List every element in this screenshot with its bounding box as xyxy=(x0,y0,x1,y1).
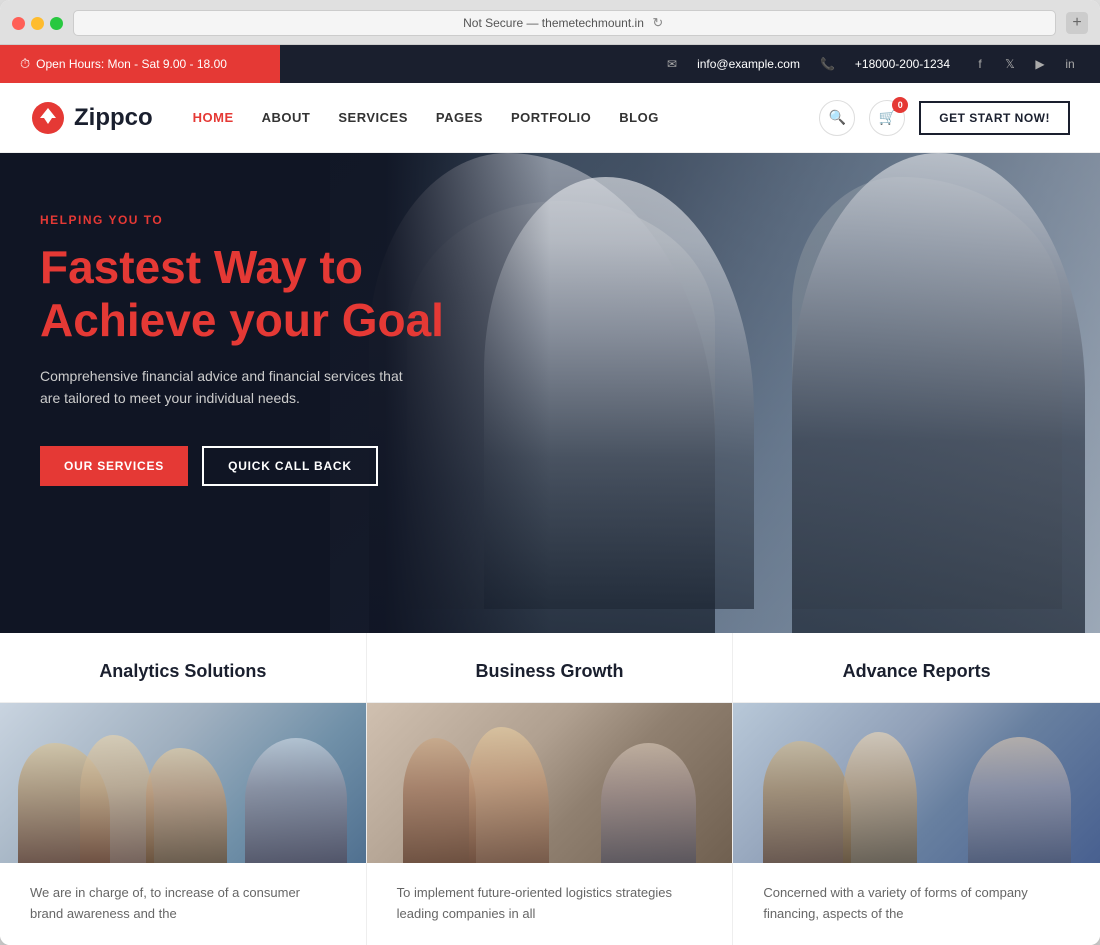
our-services-button[interactable]: OUR SERVICES xyxy=(40,446,188,486)
header: Zippco HOME ABOUT SERVICES PAGES PORTFOL… xyxy=(0,83,1100,153)
browser-chrome: Not Secure — themetechmount.in ↻ + xyxy=(0,0,1100,45)
service-card-business: Business Growth To implement future-orie… xyxy=(367,633,734,945)
service-card-reports: Advance Reports Concerned with a variety… xyxy=(733,633,1100,945)
close-button[interactable] xyxy=(12,17,25,30)
phone-icon: 📞 xyxy=(820,57,835,71)
nav-portfolio[interactable]: PORTFOLIO xyxy=(511,110,591,125)
service-card-reports-image xyxy=(733,703,1100,863)
clock-icon: ⏱ xyxy=(20,56,30,72)
facebook-icon[interactable]: f xyxy=(970,54,990,74)
phone-text[interactable]: +18000-200-1234 xyxy=(855,57,950,71)
hero-description: Comprehensive financial advice and finan… xyxy=(40,365,420,410)
browser-window: Not Secure — themetechmount.in ↻ + ⏱ Ope… xyxy=(0,0,1100,945)
refresh-icon[interactable]: ↻ xyxy=(650,15,666,31)
hero-title-highlight: Goal xyxy=(342,294,444,346)
service-card-reports-desc: Concerned with a variety of forms of com… xyxy=(763,883,1070,925)
hero-title-line2: Achieve your xyxy=(40,294,342,346)
new-tab-button[interactable]: + xyxy=(1066,12,1088,34)
top-bar-left: ⏱ Open Hours: Mon - Sat 9.00 - 18.00 xyxy=(0,45,280,83)
address-text: Not Secure — themetechmount.in xyxy=(463,16,644,30)
service-card-reports-title: Advance Reports xyxy=(763,661,1070,682)
twitter-icon[interactable]: 𝕏 xyxy=(1000,54,1020,74)
open-hours-text: Open Hours: Mon - Sat 9.00 - 18.00 xyxy=(36,57,227,71)
nav-home[interactable]: HOME xyxy=(193,110,234,125)
service-card-business-image xyxy=(367,703,733,863)
search-button[interactable]: 🔍 xyxy=(819,100,855,136)
minimize-button[interactable] xyxy=(31,17,44,30)
cart-button[interactable]: 🛒 0 xyxy=(869,100,905,136)
service-card-business-body: To implement future-oriented logistics s… xyxy=(367,863,733,945)
logo-text: Zippco xyxy=(74,104,153,132)
contact-info: ✉ info@example.com 📞 +18000-200-1234 xyxy=(667,57,950,71)
service-card-analytics-header: Analytics Solutions xyxy=(0,633,366,703)
quick-callback-button[interactable]: QUICK CALL BACK xyxy=(202,446,378,486)
get-start-button[interactable]: GET START NOW! xyxy=(919,101,1070,135)
search-icon: 🔍 xyxy=(829,109,846,126)
service-card-analytics-body: We are in charge of, to increase of a co… xyxy=(0,863,366,945)
nav-about[interactable]: ABOUT xyxy=(262,110,311,125)
address-bar[interactable]: Not Secure — themetechmount.in ↻ xyxy=(73,10,1056,36)
logo[interactable]: Zippco xyxy=(30,100,153,136)
top-bar-right: ✉ info@example.com 📞 +18000-200-1234 f 𝕏… xyxy=(280,45,1100,83)
service-card-reports-body: Concerned with a variety of forms of com… xyxy=(733,863,1100,945)
nav-blog[interactable]: BLOG xyxy=(619,110,659,125)
cart-icon: 🛒 xyxy=(879,109,896,126)
email-text[interactable]: info@example.com xyxy=(697,57,800,71)
maximize-button[interactable] xyxy=(50,17,63,30)
service-card-business-desc: To implement future-oriented logistics s… xyxy=(397,883,703,925)
service-card-analytics-image xyxy=(0,703,366,863)
hero-content: HELPING YOU TO Fastest Way to Achieve yo… xyxy=(0,153,560,546)
hero-title-line1: Fastest Way to xyxy=(40,241,363,293)
top-bar: ⏱ Open Hours: Mon - Sat 9.00 - 18.00 ✉ i… xyxy=(0,45,1100,83)
service-card-analytics-title: Analytics Solutions xyxy=(30,661,336,682)
nav-services[interactable]: SERVICES xyxy=(338,110,408,125)
nav-pages[interactable]: PAGES xyxy=(436,110,483,125)
hero-subtitle: HELPING YOU TO xyxy=(40,213,520,227)
linkedin-icon[interactable]: in xyxy=(1060,54,1080,74)
service-card-business-title: Business Growth xyxy=(397,661,703,682)
logo-icon xyxy=(30,100,66,136)
social-icons: f 𝕏 ▶ in xyxy=(970,54,1080,74)
main-nav: HOME ABOUT SERVICES PAGES PORTFOLIO BLOG xyxy=(193,110,820,125)
traffic-lights xyxy=(12,17,63,30)
service-card-analytics: Analytics Solutions We are in charge of,… xyxy=(0,633,367,945)
email-icon: ✉ xyxy=(667,57,677,71)
service-card-business-header: Business Growth xyxy=(367,633,733,703)
service-card-analytics-desc: We are in charge of, to increase of a co… xyxy=(30,883,336,925)
header-actions: 🔍 🛒 0 GET START NOW! xyxy=(819,100,1070,136)
service-card-reports-header: Advance Reports xyxy=(733,633,1100,703)
services-section: Analytics Solutions We are in charge of,… xyxy=(0,633,1100,945)
cart-badge: 0 xyxy=(892,97,908,113)
hero-buttons: OUR SERVICES QUICK CALL BACK xyxy=(40,446,520,486)
hero-title: Fastest Way to Achieve your Goal xyxy=(40,241,520,347)
hero-section: HELPING YOU TO Fastest Way to Achieve yo… xyxy=(0,153,1100,633)
youtube-icon[interactable]: ▶ xyxy=(1030,54,1050,74)
